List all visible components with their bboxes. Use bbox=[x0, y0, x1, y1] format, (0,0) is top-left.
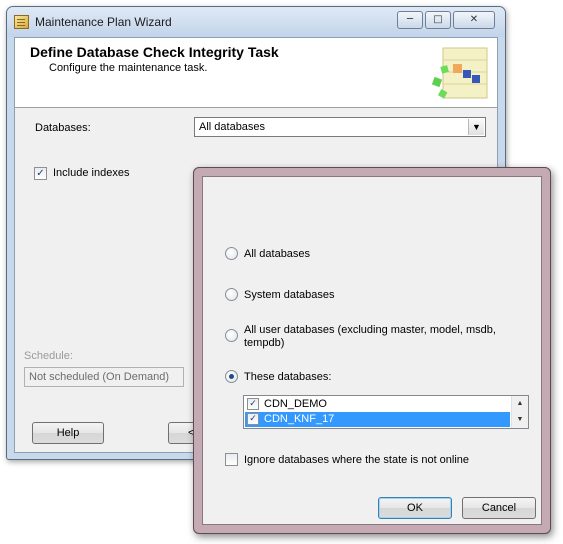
radio-all-databases[interactable] bbox=[225, 247, 238, 260]
ok-button[interactable]: OK bbox=[378, 497, 452, 519]
database-checkbox[interactable]: ✓ bbox=[247, 398, 259, 410]
radio-system-databases[interactable] bbox=[225, 288, 238, 301]
help-button[interactable]: Help bbox=[32, 422, 104, 444]
database-name: CDN_KNF_17 bbox=[264, 413, 335, 425]
include-indexes-label: Include indexes bbox=[53, 167, 130, 179]
page-subtitle: Configure the maintenance task. bbox=[49, 62, 208, 74]
radio-these-databases-label: These databases: bbox=[244, 371, 332, 383]
radio-all-user-databases-label-line2: tempdb) bbox=[244, 337, 285, 349]
database-name: CDN_DEMO bbox=[264, 398, 327, 410]
cancel-button[interactable]: Cancel bbox=[462, 497, 536, 519]
window-title: Maintenance Plan Wizard bbox=[35, 15, 172, 29]
scroll-down-icon[interactable]: ▼ bbox=[512, 413, 528, 427]
database-selection-dialog: All databases System databases All user … bbox=[193, 167, 551, 534]
ignore-offline-checkbox[interactable] bbox=[225, 453, 238, 466]
wizard-header: Define Database Check Integrity Task Con… bbox=[15, 38, 497, 108]
ignore-offline-label: Ignore databases where the state is not … bbox=[244, 454, 470, 466]
list-item[interactable]: ✓ CDN_KNF_17 bbox=[245, 412, 510, 427]
databases-dropdown-value: All databases bbox=[199, 121, 266, 133]
task-graphic-icon bbox=[431, 47, 488, 99]
schedule-field: Not scheduled (On Demand) bbox=[24, 367, 184, 387]
schedule-label: Schedule: bbox=[24, 350, 73, 362]
list-item[interactable]: ✓ CDN_DEMO bbox=[245, 397, 510, 412]
radio-these-databases[interactable] bbox=[225, 370, 238, 383]
database-checkbox[interactable]: ✓ bbox=[247, 413, 259, 425]
radio-all-user-databases[interactable] bbox=[225, 329, 238, 342]
maximize-button[interactable]: □ bbox=[425, 11, 451, 29]
title-bar[interactable]: Maintenance Plan Wizard ─ □ ✕ bbox=[7, 7, 505, 37]
schedule-value: Not scheduled (On Demand) bbox=[29, 371, 170, 383]
page-title: Define Database Check Integrity Task bbox=[30, 44, 279, 60]
scroll-up-icon[interactable]: ▲ bbox=[512, 397, 528, 411]
listbox-scrollbar[interactable]: ▲ ▼ bbox=[511, 396, 528, 428]
databases-dropdown[interactable]: All databases ▼ bbox=[194, 117, 486, 137]
include-indexes-checkbox[interactable]: ✓ bbox=[34, 167, 47, 180]
radio-all-databases-label: All databases bbox=[244, 248, 311, 260]
databases-label: Databases: bbox=[35, 122, 91, 134]
chevron-down-icon[interactable]: ▼ bbox=[468, 119, 484, 135]
databases-listbox[interactable]: ✓ CDN_DEMO ✓ CDN_KNF_17 ▲ ▼ bbox=[243, 395, 529, 429]
dialog-client-area: All databases System databases All user … bbox=[202, 176, 542, 525]
maintenance-plan-icon bbox=[14, 15, 29, 29]
radio-system-databases-label: System databases bbox=[244, 289, 335, 301]
close-button[interactable]: ✕ bbox=[453, 11, 495, 29]
radio-all-user-databases-label: All user databases (excluding master, mo… bbox=[244, 324, 496, 336]
minimize-button[interactable]: ─ bbox=[397, 11, 423, 29]
